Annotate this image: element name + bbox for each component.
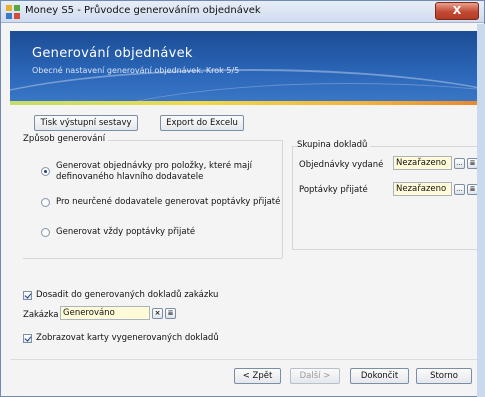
method-group-frame-right xyxy=(282,140,283,258)
window-side-edge xyxy=(477,24,485,397)
radio-undefined-supplier[interactable] xyxy=(41,198,50,207)
assign-order-label: Dosadit do generovaných dokladů zakázku xyxy=(36,290,219,300)
wizard-header: Generování objednávek Obecné nastavení g… xyxy=(10,31,477,101)
wizard-window: Money S5 - Průvodce generováním objednáv… xyxy=(0,0,485,397)
footer-separator xyxy=(10,359,477,360)
method-group-label: Způsob generování xyxy=(23,134,109,144)
header-accent-stripe xyxy=(10,101,477,105)
doc-group-frame-bottom xyxy=(292,249,477,250)
orders-issued-label: Objednávky vydané xyxy=(299,160,384,170)
app-icon xyxy=(6,5,20,19)
title-bar: Money S5 - Průvodce generováním objednáv… xyxy=(1,1,484,23)
assign-order-checkbox[interactable] xyxy=(23,291,32,300)
header-title: Generování objednávek xyxy=(32,46,193,61)
inquiries-received-label: Poptávky přijaté xyxy=(299,185,368,195)
close-button[interactable]: X xyxy=(435,2,479,20)
radio-undefined-supplier-label: Pro neurčené dodavatele generovat poptáv… xyxy=(56,197,281,207)
cancel-button[interactable]: Storno xyxy=(416,368,472,384)
inquiries-received-field[interactable]: Nezařazeno xyxy=(393,182,452,196)
inquiries-received-browse-button[interactable]: ... xyxy=(454,184,465,195)
doc-group-label: Skupina dokladů xyxy=(297,140,371,150)
doc-group-frame-left xyxy=(292,146,293,249)
radio-always-inquiry[interactable] xyxy=(41,228,50,237)
radio-always-inquiry-label: Generovat vždy poptávky přijaté xyxy=(56,227,196,237)
window-title: Money S5 - Průvodce generováním objednáv… xyxy=(25,5,261,16)
finish-button[interactable]: Dokončit xyxy=(350,368,409,384)
next-button[interactable]: Další > xyxy=(290,368,340,384)
back-button[interactable]: < Zpět xyxy=(234,368,281,384)
method-group-frame-bottom xyxy=(23,258,282,259)
show-cards-label: Zobrazovat karty vygenerovaných dokladů xyxy=(36,333,219,343)
orders-issued-browse-button[interactable]: ... xyxy=(454,158,465,169)
zakazka-list-icon[interactable]: ≣ xyxy=(165,308,176,319)
print-report-button[interactable]: Tisk výstupní sestavy xyxy=(34,115,138,131)
header-subtitle: Obecné nastavení generování objednávek. … xyxy=(32,66,240,75)
show-cards-checkbox[interactable] xyxy=(23,334,32,343)
zakazka-field[interactable]: Generováno xyxy=(60,306,150,320)
radio-main-supplier-label-2: definovaného hlavního dodavatele xyxy=(56,172,204,182)
radio-main-supplier[interactable] xyxy=(41,167,50,176)
orders-issued-field[interactable]: Nezařazeno xyxy=(393,156,452,170)
radio-main-supplier-label-1: Generovat objednávky pro položky, které … xyxy=(56,161,252,171)
zakazka-clear-button[interactable]: × xyxy=(152,308,163,319)
export-excel-button[interactable]: Export do Excelu xyxy=(160,115,244,131)
zakazka-label: Zakázka xyxy=(23,310,59,320)
